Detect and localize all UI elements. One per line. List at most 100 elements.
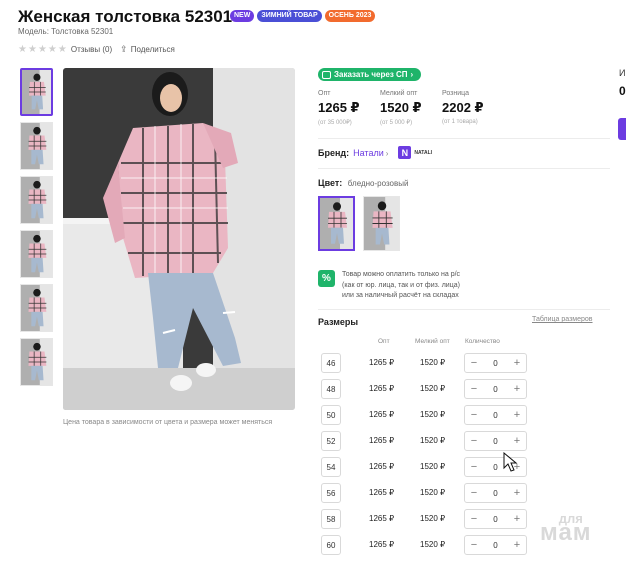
quantity-stepper: −0 + [464,457,527,477]
plus-icon[interactable]: + [511,486,523,500]
color-swatches [318,196,400,251]
thumbnail-image[interactable] [20,122,53,170]
size-price-wholesale: 1520 ₽ [420,358,446,367]
header-qty: Количество [465,338,500,345]
minus-icon[interactable]: − [468,486,480,500]
header-from: Опт [378,338,390,345]
quantity-value[interactable]: 0 [493,385,497,394]
thumbnail-image[interactable] [20,284,53,332]
star-icon[interactable]: ★ [48,44,57,55]
size-price-opt: 1265 ₽ [369,384,395,393]
minus-icon[interactable]: − [468,512,480,526]
brand-link[interactable]: Натали › [353,148,388,158]
quantity-value[interactable]: 0 [493,463,497,472]
size-price-wholesale: 1520 ₽ [420,436,446,445]
brand-logo-icon: N [398,146,412,159]
size-table-link[interactable]: Таблица размеров [532,316,593,323]
divider [318,309,610,310]
product-model: Модель: Толстовка 52301 [18,27,114,36]
star-icon[interactable]: ★ [58,44,67,55]
quantity-value[interactable]: 0 [493,437,497,446]
brand-logo[interactable]: N NATALI [398,146,432,159]
sizes-title: Размеры [318,317,359,327]
share-icon: ⇪ [120,44,128,54]
size-row: 56 1265 ₽ 1520 ₽ − 0 + [0,482,626,504]
sidebar-cut-text: И [619,68,626,78]
share-label: Поделиться [130,45,175,54]
sidebar-accent-bar[interactable] [618,118,626,140]
size-label: 54 [321,457,341,477]
thumbnail-image[interactable] [20,230,53,278]
size-label: 52 [321,431,341,451]
quantity-stepper: − 0 + [464,535,527,555]
plus-icon[interactable]: + [511,408,523,422]
plus-icon[interactable]: + [511,356,523,370]
size-label: 56 [321,483,341,503]
price-tier-label: Опт [318,90,331,97]
star-icon[interactable]: ★ [28,44,37,55]
quantity-stepper: − 0 + [464,405,527,425]
price-tier: Розница 2202 ₽ (от 1 товара) [442,90,504,126]
size-label: 50 [321,405,341,425]
price-tier-threshold: (от 35 000₽) [318,120,352,126]
plus-icon[interactable]: + [511,434,523,448]
price-tier-value: 1265 ₽ [318,100,360,115]
thumbnail-list [20,68,54,392]
brand-name: Натали [353,147,384,158]
plus-icon[interactable]: + [511,538,523,552]
chevron-right-icon: › [410,70,414,79]
star-icon[interactable]: ★ [38,44,47,55]
size-row: 60 1265 ₽ 1520 ₽ − 0 + [0,534,626,556]
minus-icon[interactable]: − [468,434,480,448]
reviews-link[interactable]: Отзывы (0) [71,45,112,54]
price-tier-label: Розница [442,90,470,97]
badge-autumn: ОСЕНЬ 2023 [324,10,376,22]
quantity-stepper: − 0 + [464,353,527,373]
quantity-value[interactable]: 0 [493,541,497,550]
product-title: Женская толстовка 52301 [18,7,233,26]
minus-icon[interactable]: − [468,408,480,422]
color-swatch[interactable] [318,196,355,251]
color-swatch[interactable] [363,196,400,251]
order-via-sp-button[interactable]: Заказать через СП › [318,68,422,81]
bag-icon [322,70,331,79]
chevron-right-icon: › [385,148,389,158]
price-tier-threshold: (от 1 товара) [442,119,478,125]
quantity-value[interactable]: 0 [493,411,497,420]
size-label: 48 [321,379,341,399]
thumbnail-image[interactable] [20,176,53,224]
percent-icon: % [318,270,335,287]
size-price-wholesale: 1520 ₽ [420,488,446,497]
minus-icon[interactable]: − [468,382,480,396]
rating-row: ★ ★ ★ ★ ★ Отзывы (0) ⇪ Поделиться [18,44,175,55]
watermark-line: мам [540,519,592,546]
sidebar-cut-value: 0 [619,84,626,98]
plus-icon[interactable]: + [511,512,523,526]
payment-note: % Товар можно оплатить только на р/с (ка… [318,270,460,302]
quantity-value[interactable]: 0 [493,359,497,368]
payment-note-text: Товар можно оплатить только на р/с (как … [342,270,460,302]
share-button[interactable]: ⇪ Поделиться [120,44,175,55]
size-label: 46 [321,353,341,373]
size-price-opt: 1265 ₽ [369,410,395,419]
minus-icon[interactable]: − [468,538,480,552]
price-tier-threshold: (от 5 000 ₽) [380,120,413,126]
price-tier-label: Мелкий опт [380,90,418,97]
watermark-logo: для мам [540,512,592,546]
quantity-value[interactable]: 0 [493,515,497,524]
size-price-wholesale: 1520 ₽ [420,384,446,393]
minus-icon[interactable]: − [468,460,480,474]
badge-new: NEW [230,10,255,22]
plus-icon[interactable]: + [511,382,523,396]
thumbnail-image[interactable] [20,68,53,116]
quantity-value[interactable]: 0 [493,489,497,498]
price-tier: Опт 1265 ₽ (от 35 000₽) [318,90,380,126]
order-via-sp-label: Заказать через СП [334,70,408,79]
star-icon[interactable]: ★ [18,44,27,55]
minus-icon[interactable]: − [468,356,480,370]
size-row: 48 1265 ₽ 1520 ₽ − 0 + [0,378,626,400]
brand-row: Бренд: Натали › N NATALI [318,146,432,159]
size-price-wholesale: 1520 ₽ [420,462,446,471]
payment-note-line: (как от юр. лица, так и от физ. лица) [342,281,460,289]
brand-logo-text: NATALI [414,149,433,156]
